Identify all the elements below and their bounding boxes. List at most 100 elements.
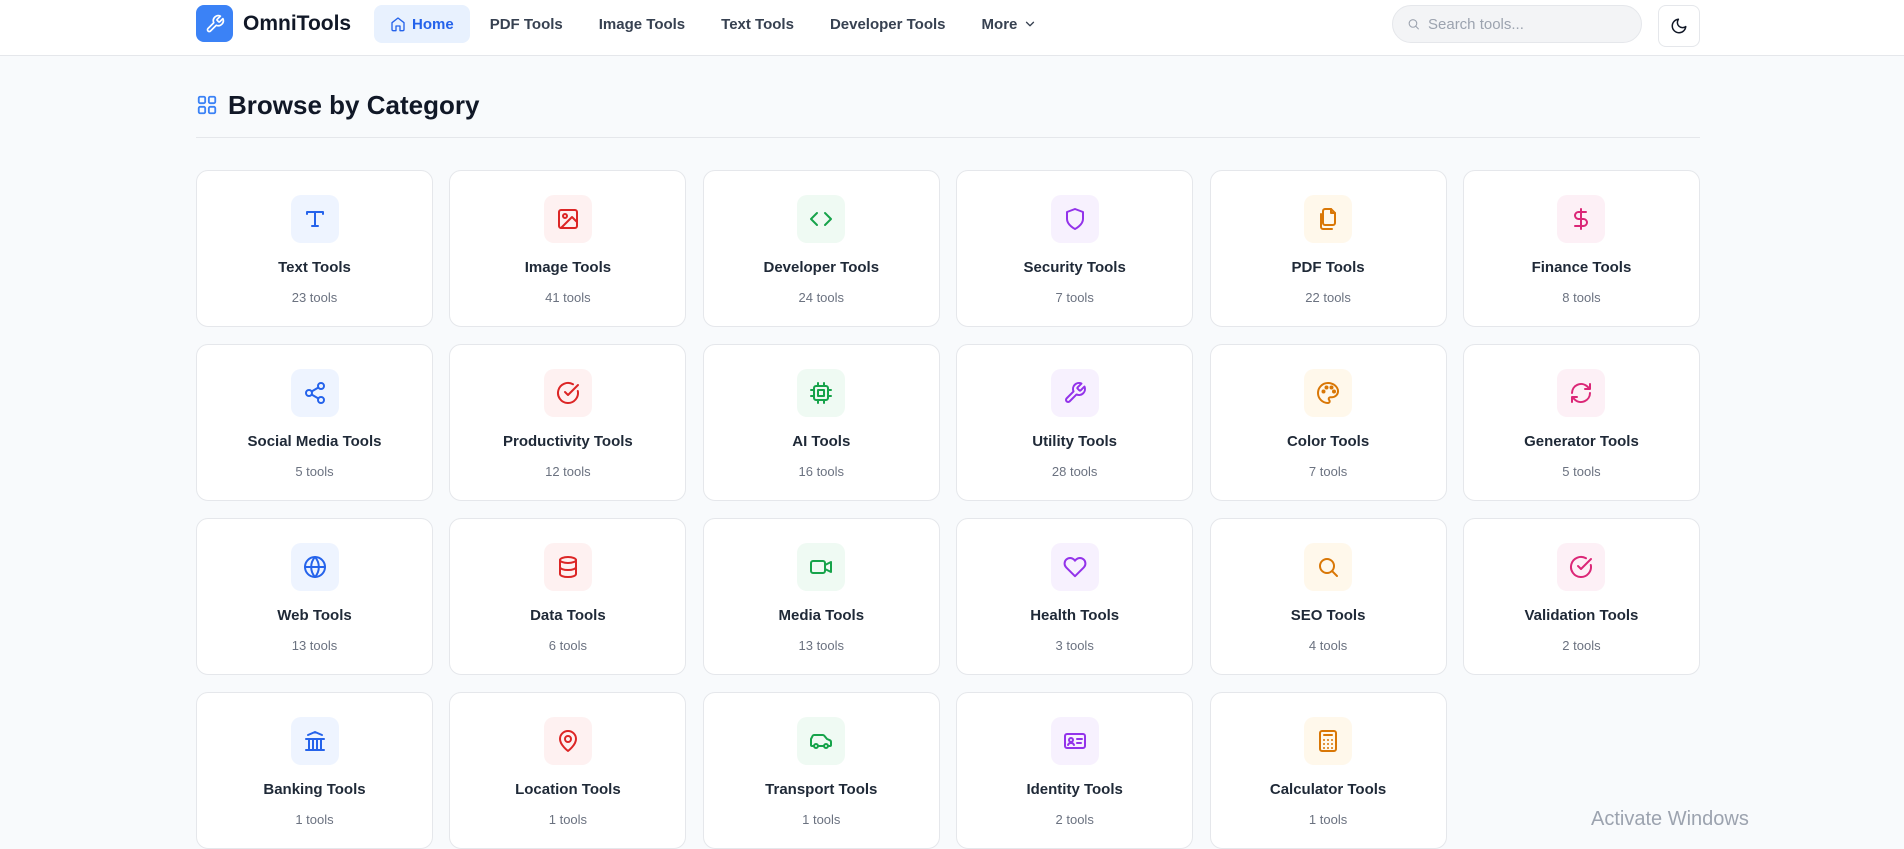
category-count: 2 tools — [1055, 812, 1094, 827]
category-title: Social Media Tools — [247, 433, 382, 450]
app-name: OmniTools — [243, 11, 352, 35]
dollar-icon — [1557, 195, 1606, 243]
category-card-location-tools[interactable]: Location Tools 1 tools — [449, 692, 687, 849]
category-card-validation-tools[interactable]: Validation Tools 2 tools — [1462, 518, 1700, 675]
app-logo[interactable]: OmniTools — [196, 5, 351, 42]
category-title: Developer Tools — [763, 259, 880, 276]
car-icon — [797, 717, 846, 765]
category-card-data-tools[interactable]: Data Tools 6 tools — [449, 518, 687, 675]
files-icon — [1304, 195, 1353, 243]
category-card-utility-tools[interactable]: Utility Tools 28 tools — [956, 344, 1194, 501]
map-pin-icon — [543, 717, 592, 765]
category-title: Productivity Tools — [503, 433, 633, 450]
category-card-color-tools[interactable]: Color Tools 7 tools — [1209, 344, 1447, 501]
text-icon — [290, 195, 339, 243]
moon-icon — [1671, 18, 1687, 34]
refresh-icon — [1557, 369, 1606, 417]
category-card-pdf-tools[interactable]: PDF Tools 22 tools — [1209, 170, 1447, 327]
nav-text-tools-label: Text Tools — [721, 15, 794, 33]
category-title: Color Tools — [1286, 433, 1370, 450]
category-card-transport-tools[interactable]: Transport Tools 1 tools — [702, 692, 940, 849]
grid-icon — [197, 95, 217, 115]
search-icon — [1304, 543, 1353, 591]
category-title: PDF Tools — [1291, 259, 1365, 276]
category-title: Web Tools — [277, 607, 352, 624]
nav-developer-tools[interactable]: Developer Tools — [814, 5, 962, 43]
category-title: Banking Tools — [263, 781, 366, 798]
category-title: Data Tools — [530, 607, 606, 624]
category-count: 3 tools — [1055, 638, 1094, 653]
video-icon — [797, 543, 846, 591]
category-count: 1 tools — [1308, 812, 1348, 827]
category-count: 2 tools — [1562, 638, 1601, 653]
category-count: 7 tools — [1308, 464, 1348, 479]
main-nav: Home PDF Tools Image Tools Text Tools De… — [374, 5, 1053, 43]
category-card-web-tools[interactable]: Web Tools 13 tools — [196, 518, 433, 675]
category-card-banking-tools[interactable]: Banking Tools 1 tools — [196, 692, 433, 849]
category-grid: Text Tools 23 tools Image Tools 41 tools Dev… — [196, 170, 1700, 849]
nav-home-label: Home — [412, 15, 454, 33]
category-card-generator-tools[interactable]: Generator Tools 5 tools — [1462, 344, 1700, 501]
category-title: Media Tools — [778, 607, 865, 624]
search-box[interactable] — [1392, 5, 1642, 43]
category-count: 7 tools — [1055, 290, 1094, 305]
category-card-developer-tools[interactable]: Developer Tools 24 tools — [702, 170, 940, 327]
calculator-icon — [1304, 717, 1353, 765]
category-count: 1 tools — [295, 812, 334, 827]
nav-pdf-tools[interactable]: PDF Tools — [474, 5, 579, 43]
category-title: Finance Tools — [1531, 259, 1632, 276]
nav-home[interactable]: Home — [374, 5, 470, 43]
nav-more[interactable]: More — [966, 5, 1054, 43]
category-count: 24 tools — [798, 290, 845, 305]
category-card-security-tools[interactable]: Security Tools 7 tools — [956, 170, 1194, 327]
category-title: Generator Tools — [1524, 433, 1639, 450]
category-title: Location Tools — [515, 781, 621, 798]
category-card-productivity-tools[interactable]: Productivity Tools 12 tools — [449, 344, 687, 501]
top-header: OmniTools Home PDF Tools Image Tools Tex… — [0, 0, 1904, 56]
nav-pdf-tools-label: PDF Tools — [489, 15, 563, 33]
category-card-text-tools[interactable]: Text Tools 23 tools — [196, 170, 433, 327]
nav-image-tools-label: Image Tools — [598, 15, 686, 33]
category-count: 1 tools — [802, 812, 841, 827]
check-circle-icon — [543, 369, 592, 417]
category-count: 4 tools — [1308, 638, 1348, 653]
share-icon — [290, 369, 339, 417]
nav-text-tools[interactable]: Text Tools — [705, 5, 810, 43]
section-divider — [196, 137, 1700, 138]
search-icon — [1408, 19, 1419, 30]
category-card-identity-tools[interactable]: Identity Tools 2 tools — [956, 692, 1194, 849]
category-title: Calculator Tools — [1269, 781, 1387, 798]
category-card-media-tools[interactable]: Media Tools 13 tools — [702, 518, 940, 675]
category-card-seo-tools[interactable]: SEO Tools 4 tools — [1209, 518, 1447, 675]
globe-icon — [290, 543, 339, 591]
category-title: SEO Tools — [1290, 607, 1366, 624]
category-count: 23 tools — [291, 290, 338, 305]
category-card-social-media-tools[interactable]: Social Media Tools 5 tools — [196, 344, 433, 501]
category-count: 28 tools — [1051, 464, 1098, 479]
chevron-down-icon — [1026, 21, 1035, 27]
search-input[interactable] — [1428, 15, 1627, 33]
image-icon — [543, 195, 592, 243]
category-title: Identity Tools — [1026, 781, 1123, 798]
wrench-icon — [196, 5, 233, 42]
category-count: 1 tools — [548, 812, 588, 827]
heart-icon — [1050, 543, 1099, 591]
nav-developer-tools-label: Developer Tools — [829, 15, 946, 33]
category-title: Utility Tools — [1032, 433, 1118, 450]
code-icon — [797, 195, 846, 243]
category-count: 16 tools — [798, 464, 845, 479]
category-count: 41 tools — [545, 290, 591, 305]
category-count: 5 tools — [1562, 464, 1601, 479]
category-count: 5 tools — [295, 464, 334, 479]
category-card-finance-tools[interactable]: Finance Tools 8 tools — [1462, 170, 1700, 327]
category-card-image-tools[interactable]: Image Tools 41 tools — [449, 170, 687, 327]
check-circle-icon — [1557, 543, 1606, 591]
nav-image-tools[interactable]: Image Tools — [583, 5, 701, 43]
category-count: 12 tools — [545, 464, 591, 479]
category-count: 13 tools — [798, 638, 845, 653]
category-card-ai-tools[interactable]: AI Tools 16 tools — [702, 344, 940, 501]
category-card-calculator-tools[interactable]: Calculator Tools 1 tools — [1209, 692, 1447, 849]
home-icon — [391, 17, 405, 32]
category-card-health-tools[interactable]: Health Tools 3 tools — [956, 518, 1194, 675]
theme-toggle-button[interactable] — [1658, 5, 1700, 47]
